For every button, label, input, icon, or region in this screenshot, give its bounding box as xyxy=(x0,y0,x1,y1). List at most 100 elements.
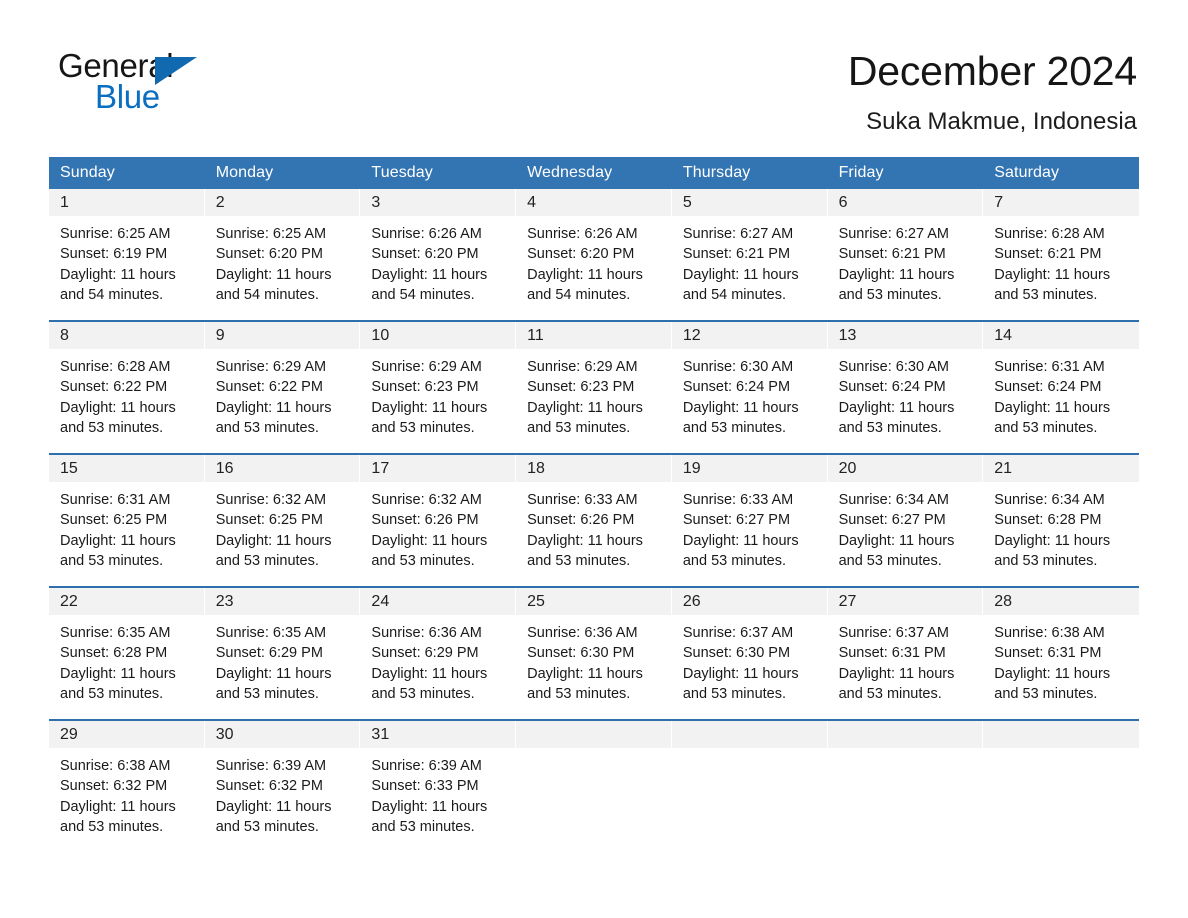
day-cell[interactable]: 13 Sunrise: 6:30 AM Sunset: 6:24 PM Dayligh… xyxy=(827,322,984,450)
sunrise-time: Sunrise: 6:33 AM xyxy=(527,492,638,508)
day-cell[interactable]: 27 Sunrise: 6:37 AM Sunset: 6:31 PM Dayligh… xyxy=(827,588,984,716)
day-cell[interactable]: 6 Sunrise: 6:27 AM Sunset: 6:21 PM Daylight… xyxy=(827,189,984,317)
day-cell[interactable]: 8 Sunrise: 6:28 AM Sunset: 6:22 PM Daylight… xyxy=(49,322,205,450)
day-cell[interactable]: 4 Sunrise: 6:26 AM Sunset: 6:20 PM Daylight… xyxy=(516,189,672,317)
day-cell[interactable]: 23 Sunrise: 6:35 AM Sunset: 6:29 PM Dayligh… xyxy=(204,588,361,716)
day-number: 10 xyxy=(360,322,517,349)
daylight-duration-line2: and 53 minutes. xyxy=(838,419,942,436)
day-cell[interactable]: 1 Sunrise: 6:25 AM Sunset: 6:19 PM Daylight… xyxy=(49,189,205,317)
sunrise-time: Sunrise: 6:27 AM xyxy=(838,226,949,242)
day-details: Sunrise: 6:31 AM Sunset: 6:25 PM Daylight:… xyxy=(49,482,205,571)
day-details: Sunrise: 6:30 AM Sunset: 6:24 PM Daylight:… xyxy=(672,349,828,438)
sunrise-time: Sunrise: 6:39 AM xyxy=(215,758,327,774)
day-details: Sunrise: 6:27 AM Sunset: 6:21 PM Daylight:… xyxy=(672,216,828,305)
daylight-duration-line2: and 53 minutes. xyxy=(682,419,787,436)
sunrise-time: Sunrise: 6:31 AM xyxy=(994,359,1105,375)
day-details: Sunrise: 6:34 AM Sunset: 6:27 PM Daylight:… xyxy=(828,482,984,571)
day-number: 29 xyxy=(49,721,205,748)
day-number xyxy=(671,721,828,748)
day-cell[interactable]: 19 Sunrise: 6:33 AM Sunset: 6:27 PM Dayligh… xyxy=(671,455,828,583)
daylight-duration-line1: Daylight: 11 hours xyxy=(371,266,488,283)
day-number: 30 xyxy=(204,721,361,748)
day-details: Sunrise: 6:39 AM Sunset: 6:32 PM Daylight:… xyxy=(205,748,361,837)
day-cell[interactable]: 21 Sunrise: 6:34 AM Sunset: 6:28 PM Dayligh… xyxy=(983,455,1139,583)
title-block: December 2024 Suka Makmue, Indonesia xyxy=(208,47,1137,136)
daylight-duration-line1: Daylight: 11 hours xyxy=(838,399,955,416)
daylight-duration-line2: and 53 minutes. xyxy=(371,419,475,436)
day-cell[interactable]: 29 Sunrise: 6:38 AM Sunset: 6:32 PM Dayligh… xyxy=(49,721,205,849)
daylight-duration-line1: Daylight: 11 hours xyxy=(215,532,332,549)
daylight-duration-line1: Daylight: 11 hours xyxy=(215,399,332,416)
day-cell[interactable]: 18 Sunrise: 6:33 AM Sunset: 6:26 PM Dayligh… xyxy=(516,455,672,583)
daylight-duration-line1: Daylight: 11 hours xyxy=(838,266,955,283)
daylight-duration-line2: and 53 minutes. xyxy=(994,419,1098,436)
daylight-duration-line2: and 54 minutes. xyxy=(527,286,631,303)
sunrise-time: Sunrise: 6:36 AM xyxy=(371,625,482,641)
weekday-header-monday: Monday xyxy=(215,164,274,181)
day-cell[interactable]: 17 Sunrise: 6:32 AM Sunset: 6:26 PM Dayligh… xyxy=(360,455,517,583)
sunset-time: Sunset: 6:31 PM xyxy=(838,645,946,662)
day-cell[interactable]: 20 Sunrise: 6:34 AM Sunset: 6:27 PM Dayligh… xyxy=(827,455,984,583)
sunrise-time: Sunrise: 6:30 AM xyxy=(682,359,794,375)
day-number: 28 xyxy=(983,588,1139,615)
daylight-duration-line1: Daylight: 11 hours xyxy=(994,532,1111,549)
sunset-time: Sunset: 6:21 PM xyxy=(838,246,946,263)
day-cell[interactable]: 10 Sunrise: 6:29 AM Sunset: 6:23 PM Dayligh… xyxy=(360,322,517,450)
daylight-duration-line1: Daylight: 11 hours xyxy=(682,266,799,283)
day-cell[interactable]: 26 Sunrise: 6:37 AM Sunset: 6:30 PM Dayligh… xyxy=(671,588,828,716)
daylight-duration-line1: Daylight: 11 hours xyxy=(60,266,176,283)
weekday-header-saturday: Saturday xyxy=(994,164,1060,181)
weekday-header-thursday: Thursday xyxy=(682,164,751,181)
daylight-duration-line1: Daylight: 11 hours xyxy=(994,266,1111,283)
day-number: 26 xyxy=(671,588,828,615)
day-details: Sunrise: 6:38 AM Sunset: 6:31 PM Daylight:… xyxy=(983,615,1139,704)
sunrise-time: Sunrise: 6:38 AM xyxy=(994,625,1105,641)
day-cell[interactable]: 3 Sunrise: 6:26 AM Sunset: 6:20 PM Daylight… xyxy=(360,189,517,317)
day-cell[interactable]: 15 Sunrise: 6:31 AM Sunset: 6:25 PM Dayligh… xyxy=(49,455,205,583)
sunrise-time: Sunrise: 6:38 AM xyxy=(60,758,171,774)
day-number: 24 xyxy=(360,588,517,615)
daylight-duration-line1: Daylight: 11 hours xyxy=(527,399,643,416)
day-cell[interactable]: 24 Sunrise: 6:36 AM Sunset: 6:29 PM Dayligh… xyxy=(360,588,517,716)
day-cell[interactable]: 9 Sunrise: 6:29 AM Sunset: 6:22 PM Daylight… xyxy=(204,322,361,450)
day-cell[interactable]: 25 Sunrise: 6:36 AM Sunset: 6:30 PM Dayligh… xyxy=(516,588,672,716)
day-cell[interactable]: 31 Sunrise: 6:39 AM Sunset: 6:33 PM Dayligh… xyxy=(360,721,517,849)
daylight-duration-line2: and 54 minutes. xyxy=(60,286,164,303)
day-cell-empty xyxy=(983,721,1139,849)
day-details: Sunrise: 6:26 AM Sunset: 6:20 PM Daylight:… xyxy=(516,216,672,305)
day-details: Sunrise: 6:30 AM Sunset: 6:24 PM Daylight:… xyxy=(828,349,984,438)
day-cell[interactable]: 14 Sunrise: 6:31 AM Sunset: 6:24 PM Dayligh… xyxy=(983,322,1139,450)
daylight-duration-line2: and 53 minutes. xyxy=(527,552,631,569)
daylight-duration-line2: and 53 minutes. xyxy=(371,685,475,702)
page-header: General Blue December 2024 Suka Makmue, … xyxy=(0,0,1188,135)
day-number: 21 xyxy=(983,455,1139,482)
daylight-duration-line2: and 53 minutes. xyxy=(682,552,787,569)
calendar-week-row: 8 Sunrise: 6:28 AM Sunset: 6:22 PM Daylight… xyxy=(49,320,1139,450)
day-details: Sunrise: 6:33 AM Sunset: 6:26 PM Daylight:… xyxy=(516,482,672,571)
daylight-duration-line2: and 53 minutes. xyxy=(994,685,1098,702)
day-number: 19 xyxy=(671,455,828,482)
daylight-duration-line2: and 53 minutes. xyxy=(60,818,164,835)
day-cell[interactable]: 2 Sunrise: 6:25 AM Sunset: 6:20 PM Daylight… xyxy=(204,189,361,317)
daylight-duration-line2: and 54 minutes. xyxy=(215,286,319,303)
day-cell[interactable]: 5 Sunrise: 6:27 AM Sunset: 6:21 PM Daylight… xyxy=(671,189,828,317)
day-cell[interactable]: 22 Sunrise: 6:35 AM Sunset: 6:28 PM Dayligh… xyxy=(49,588,205,716)
day-cell[interactable]: 30 Sunrise: 6:39 AM Sunset: 6:32 PM Dayligh… xyxy=(204,721,361,849)
sunrise-time: Sunrise: 6:26 AM xyxy=(371,226,482,242)
daylight-duration-line2: and 53 minutes. xyxy=(527,419,631,436)
sunset-time: Sunset: 6:22 PM xyxy=(215,379,323,396)
day-number: 22 xyxy=(49,588,205,615)
sunrise-time: Sunrise: 6:29 AM xyxy=(527,359,638,375)
day-cell[interactable]: 11 Sunrise: 6:29 AM Sunset: 6:23 PM Dayligh… xyxy=(516,322,672,450)
day-cell[interactable]: 7 Sunrise: 6:28 AM Sunset: 6:21 PM Daylight… xyxy=(983,189,1139,317)
day-details: Sunrise: 6:25 AM Sunset: 6:19 PM Daylight:… xyxy=(49,216,205,305)
day-cell[interactable]: 12 Sunrise: 6:30 AM Sunset: 6:24 PM Dayligh… xyxy=(671,322,828,450)
sunrise-time: Sunrise: 6:26 AM xyxy=(527,226,638,242)
day-cell[interactable]: 16 Sunrise: 6:32 AM Sunset: 6:25 PM Dayligh… xyxy=(204,455,361,583)
day-cell[interactable]: 28 Sunrise: 6:38 AM Sunset: 6:31 PM Dayligh… xyxy=(983,588,1139,716)
sunset-time: Sunset: 6:32 PM xyxy=(215,778,323,795)
daylight-duration-line2: and 53 minutes. xyxy=(838,286,942,303)
daylight-duration-line1: Daylight: 11 hours xyxy=(838,665,955,682)
day-details: Sunrise: 6:32 AM Sunset: 6:25 PM Daylight:… xyxy=(205,482,361,571)
calendar-week-row: 29 Sunrise: 6:38 AM Sunset: 6:32 PM Dayligh… xyxy=(49,719,1139,849)
